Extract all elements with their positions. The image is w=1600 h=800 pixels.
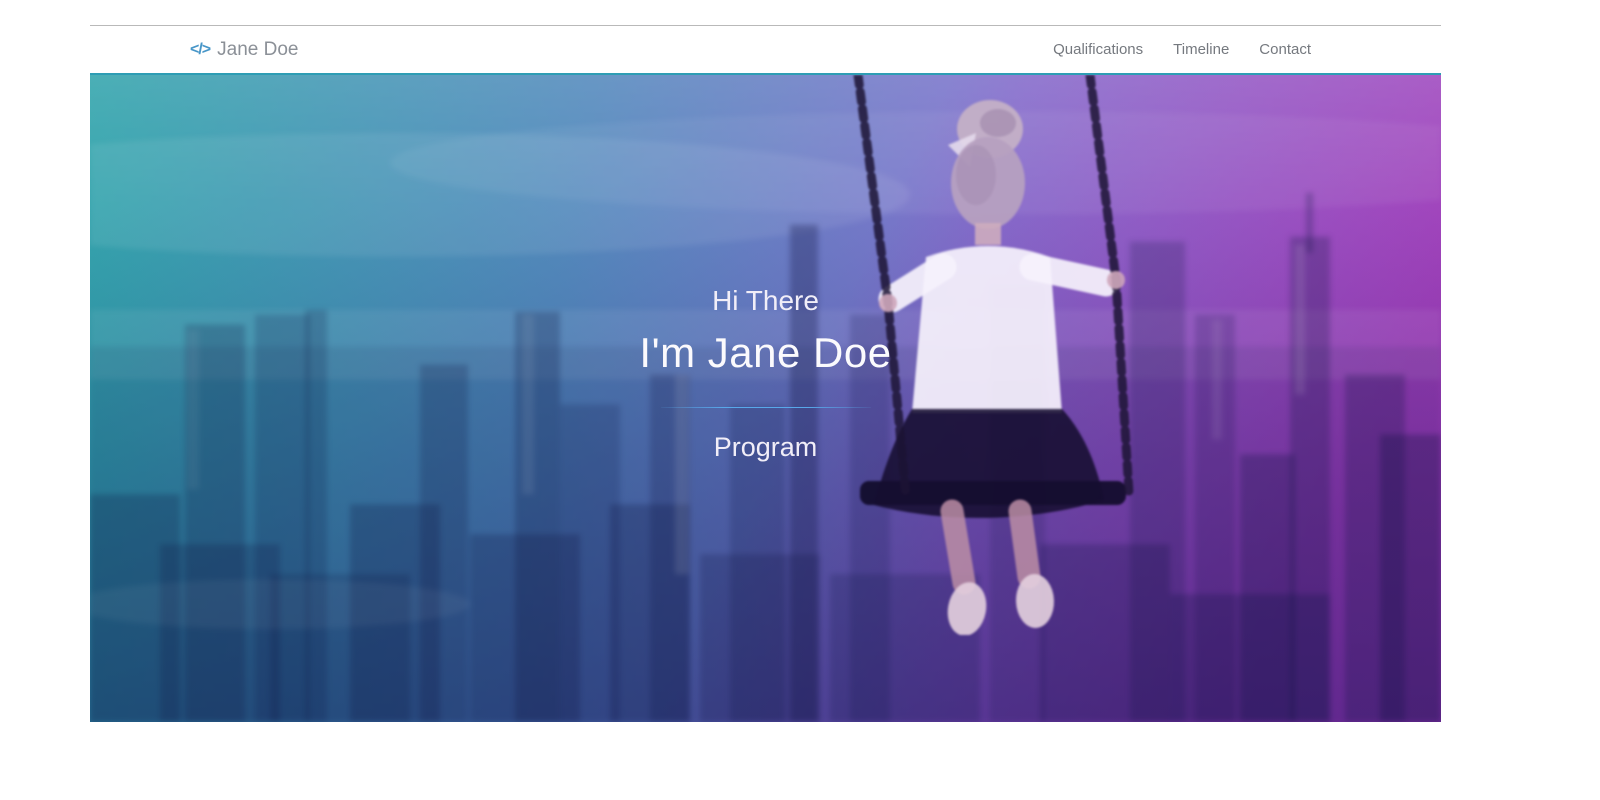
nav-link-qualifications[interactable]: Qualifications xyxy=(1053,41,1143,58)
hero-section: Hi There I'm Jane Doe Program xyxy=(90,73,1441,722)
hero-content: Hi There I'm Jane Doe Program xyxy=(90,285,1441,463)
logo[interactable]: </> Jane Doe xyxy=(190,39,298,61)
hero-divider xyxy=(660,407,871,408)
hero-title: I'm Jane Doe xyxy=(639,329,892,376)
nav-link-timeline[interactable]: Timeline xyxy=(1173,41,1229,58)
code-icon: </> xyxy=(190,40,211,58)
hero-subtitle: Program xyxy=(713,432,818,462)
main-nav: Qualifications Timeline Contact xyxy=(1053,41,1311,58)
nav-link-contact[interactable]: Contact xyxy=(1259,41,1311,58)
logo-text: Jane Doe xyxy=(217,38,299,60)
hero-greeting: Hi There xyxy=(712,285,819,316)
top-navbar: </> Jane Doe Qualifications Timeline Con… xyxy=(90,25,1441,73)
